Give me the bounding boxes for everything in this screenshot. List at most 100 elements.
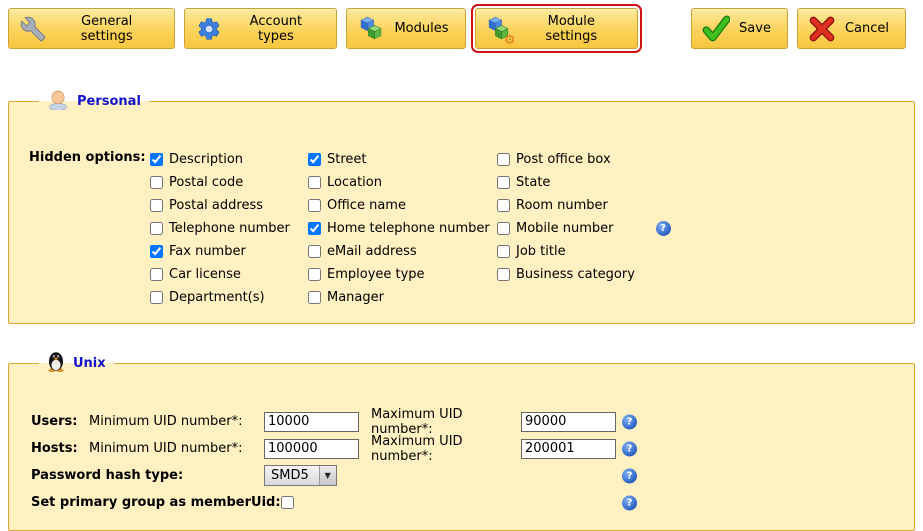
- checkbox-street[interactable]: [308, 153, 321, 166]
- button-label: General settings: [55, 14, 158, 44]
- personal-section: Personal Hidden options: Description Str…: [8, 88, 915, 324]
- hosts-uid-row: Hosts: Minimum UID number*: Maximum UID …: [29, 435, 894, 462]
- option-postal-code: Postal code: [150, 171, 308, 194]
- option-label: Fax number: [169, 244, 246, 259]
- account-types-button[interactable]: Account types: [184, 8, 337, 49]
- option-label: Department(s): [169, 290, 265, 305]
- option-label: Post office box: [516, 152, 611, 167]
- users-label: Users:: [31, 414, 89, 429]
- hosts-max-uid-input[interactable]: [521, 439, 616, 459]
- checkbox-state[interactable]: [497, 176, 510, 189]
- checkbox-car-license[interactable]: [150, 268, 163, 281]
- wrench-icon: [19, 15, 46, 43]
- checkbox-postal-address[interactable]: [150, 199, 163, 212]
- option-fax-number: Fax number: [150, 240, 308, 263]
- checkbox-manager[interactable]: [308, 291, 321, 304]
- option-label: Business category: [516, 267, 635, 282]
- password-hash-row: Password hash type: SMD5 ▼ ?: [29, 462, 894, 489]
- cancel-x-icon: [808, 15, 836, 43]
- button-label: Module settings: [522, 14, 622, 44]
- section-title: Personal: [77, 94, 141, 109]
- option-label: Telephone number: [169, 221, 290, 236]
- unix-body: Users: Minimum UID number*: Maximum UID …: [29, 400, 894, 516]
- help-icon[interactable]: ?: [622, 495, 637, 510]
- option-job-title: Job title: [497, 240, 711, 263]
- users-max-uid-input[interactable]: [521, 412, 616, 432]
- option-employee-type: Employee type: [308, 263, 497, 286]
- option-label: Employee type: [327, 267, 425, 282]
- module-settings-button[interactable]: ⚙ Module settings: [475, 8, 639, 49]
- section-title: Unix: [73, 356, 106, 371]
- option-state: State: [497, 171, 711, 194]
- option-label: Room number: [516, 198, 608, 213]
- member-uid-label: Set primary group as memberUid:: [31, 495, 281, 510]
- button-label: Save: [739, 21, 771, 36]
- option-location: Location: [308, 171, 497, 194]
- hidden-options-label: Hidden options:: [29, 148, 150, 309]
- gear-icon: [195, 15, 222, 43]
- checkbox-postal-code[interactable]: [150, 176, 163, 189]
- checkbox-description[interactable]: [150, 153, 163, 166]
- option-label: eMail address: [327, 244, 417, 259]
- hosts-min-uid-label: Minimum UID number*:: [89, 441, 264, 456]
- option-label: State: [516, 175, 550, 190]
- users-min-uid-input[interactable]: [264, 412, 359, 432]
- users-uid-row: Users: Minimum UID number*: Maximum UID …: [29, 408, 894, 435]
- checkbox-fax-number[interactable]: [150, 245, 163, 258]
- option-business-category: Business category: [497, 263, 711, 286]
- cubes-icon: [357, 15, 385, 43]
- option-car-license: Car license: [150, 263, 308, 286]
- option-label: Job title: [516, 244, 566, 259]
- help-icon[interactable]: ?: [622, 441, 637, 456]
- save-button[interactable]: Save: [691, 8, 788, 49]
- selected-hash-value: SMD5: [265, 466, 319, 485]
- checkbox-email-address[interactable]: [308, 245, 321, 258]
- checkbox-business-category[interactable]: [497, 268, 510, 281]
- general-settings-button[interactable]: General settings: [8, 8, 175, 49]
- checkbox-home-telephone-number[interactable]: [308, 222, 321, 235]
- checkbox-office-name[interactable]: [308, 199, 321, 212]
- help-icon[interactable]: ?: [622, 468, 637, 483]
- toolbar: General settings Account types Modules: [0, 0, 923, 58]
- password-hash-select[interactable]: SMD5 ▼: [264, 465, 337, 486]
- option-label: Office name: [327, 198, 406, 213]
- button-label: Account types: [231, 14, 320, 44]
- password-hash-label: Password hash type:: [31, 468, 264, 483]
- checkbox-employee-type[interactable]: [308, 268, 321, 281]
- option-mobile-number: Mobile number ?: [497, 217, 711, 240]
- modules-button[interactable]: Modules: [346, 8, 465, 49]
- checkbox-job-title[interactable]: [497, 245, 510, 258]
- checkbox-post-office-box[interactable]: [497, 153, 510, 166]
- button-label: Cancel: [845, 21, 889, 36]
- users-min-uid-label: Minimum UID number*:: [89, 414, 264, 429]
- option-email-address: eMail address: [308, 240, 497, 263]
- option-label: Manager: [327, 290, 384, 305]
- help-icon[interactable]: ?: [622, 414, 637, 429]
- hosts-min-uid-input[interactable]: [264, 439, 359, 459]
- option-label: Location: [327, 175, 382, 190]
- checkbox-departments[interactable]: [150, 291, 163, 304]
- small-gear-icon: ⚙: [504, 34, 516, 47]
- personal-body: Hidden options: Description Street Post …: [29, 138, 894, 309]
- checkbox-primary-group-memberuid[interactable]: [281, 496, 294, 509]
- member-uid-row: Set primary group as memberUid: ?: [29, 489, 894, 516]
- checkbox-mobile-number[interactable]: [497, 222, 510, 235]
- person-icon: [47, 88, 69, 114]
- option-office-name: Office name: [308, 194, 497, 217]
- cancel-button[interactable]: Cancel: [797, 8, 906, 49]
- option-postal-address: Postal address: [150, 194, 308, 217]
- button-label: Modules: [394, 21, 448, 36]
- checkbox-telephone-number[interactable]: [150, 222, 163, 235]
- option-room-number: Room number: [497, 194, 711, 217]
- checkbox-room-number[interactable]: [497, 199, 510, 212]
- users-max-uid-label: Maximum UID number*:: [371, 407, 521, 437]
- module-settings-icon: ⚙: [486, 15, 513, 43]
- checkbox-location[interactable]: [308, 176, 321, 189]
- option-label: Home telephone number: [327, 221, 490, 236]
- option-street: Street: [308, 148, 497, 171]
- hosts-max-uid-label: Maximum UID number*:: [371, 434, 521, 464]
- help-icon[interactable]: ?: [656, 221, 671, 236]
- tux-penguin-icon: [47, 350, 65, 376]
- option-label: Description: [169, 152, 243, 167]
- option-manager: Manager: [308, 286, 497, 309]
